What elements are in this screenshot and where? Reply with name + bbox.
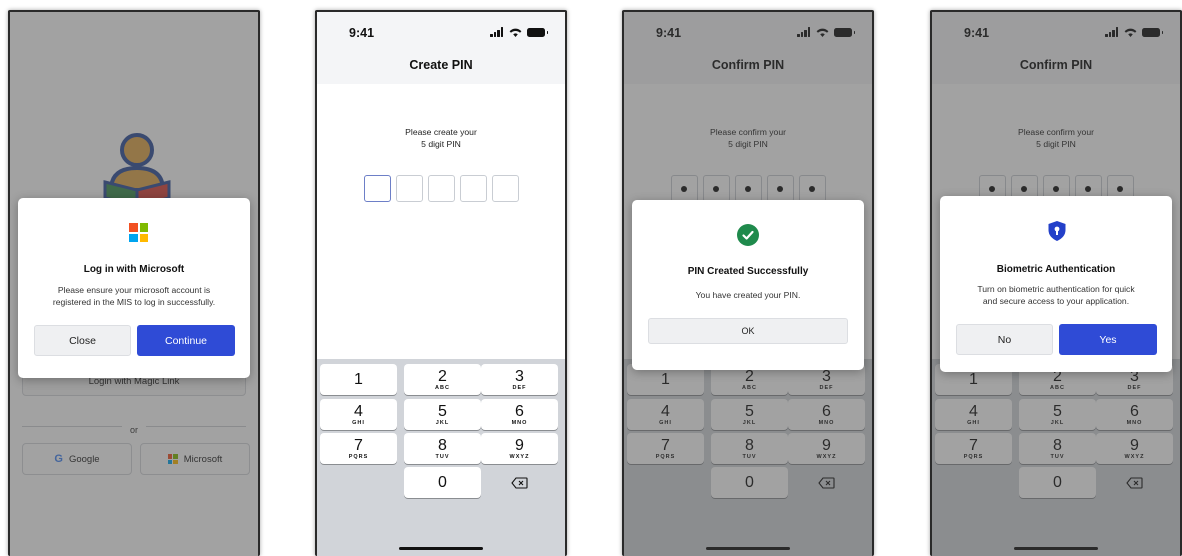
screen-confirm-pin-success: 9:41 Confirm PIN Please confirm your 5 d… <box>622 10 874 556</box>
keypad-key-number: 7 <box>354 437 363 454</box>
continue-button[interactable]: Continue <box>137 325 235 356</box>
keypad-key-number: 8 <box>438 437 447 454</box>
biometric-dialog: Biometric Authentication Turn on biometr… <box>940 196 1172 372</box>
backspace-key[interactable] <box>481 467 558 498</box>
pin-success-dialog: PIN Created Successfully You have create… <box>632 200 864 370</box>
yes-button[interactable]: Yes <box>1059 324 1157 355</box>
keypad-key-0[interactable]: 0 <box>404 467 481 498</box>
screen-confirm-pin-biometric: 9:41 Confirm PIN Please confirm your 5 d… <box>930 10 1182 556</box>
microsoft-login-dialog: Log in with Microsoft Please ensure your… <box>18 198 250 378</box>
keypad-key-letters: TUV <box>435 454 450 460</box>
keypad-key-9[interactable]: 9WXYZ <box>481 433 558 464</box>
pin-digit-box[interactable] <box>491 175 519 202</box>
status-bar: 9:41 <box>317 12 565 52</box>
keypad-key-letters: GHI <box>352 420 365 426</box>
pin-prompt-line1: Please create your <box>405 127 477 137</box>
dialog-body: Please ensure your microsoft account is … <box>18 284 250 308</box>
ok-button[interactable]: OK <box>648 318 848 344</box>
dialog-body-line2: and secure access to your application. <box>982 296 1130 306</box>
backspace-icon <box>511 476 528 489</box>
pin-digit-box[interactable] <box>395 175 423 202</box>
wifi-icon <box>509 28 522 37</box>
keypad-key-letters: WXYZ <box>509 454 530 460</box>
pin-prompt: Please create your 5 digit PIN <box>317 126 565 150</box>
keypad-key-6[interactable]: 6MNO <box>481 399 558 430</box>
pin-prompt-line2: 5 digit PIN <box>421 139 461 149</box>
keypad-key-number: 4 <box>354 403 363 420</box>
dialog-title: PIN Created Successfully <box>687 266 809 277</box>
microsoft-logo-icon <box>129 223 148 242</box>
keypad-key-2[interactable]: 2ABC <box>404 364 481 395</box>
dialog-body-line1: Please ensure your microsoft account is <box>57 285 211 295</box>
keypad-key-number: 2 <box>438 368 447 385</box>
close-button[interactable]: Close <box>34 325 131 356</box>
keypad-key-letters: MNO <box>511 420 528 426</box>
dialog-title: Biometric Authentication <box>996 264 1116 275</box>
keypad-key-letters: ABC <box>435 385 450 391</box>
no-button[interactable]: No <box>956 324 1053 355</box>
screen-create-pin: 9:41 Create PIN Please create your 5 dig… <box>315 10 567 556</box>
pin-digit-box[interactable] <box>459 175 487 202</box>
home-indicator <box>399 546 483 550</box>
keypad-key-number: 6 <box>515 403 524 420</box>
dialog-title: Log in with Microsoft <box>83 264 185 275</box>
keypad-key-3[interactable]: 3DEF <box>481 364 558 395</box>
check-circle-icon <box>737 224 759 246</box>
dialog-body: You have created your PIN. <box>695 290 801 300</box>
keypad-key-number: 1 <box>354 371 363 388</box>
dialog-body-line1: Turn on biometric authentication for qui… <box>977 284 1135 294</box>
cellular-signal-icon <box>490 27 504 37</box>
keypad-key-7[interactable]: 7PQRS <box>320 433 397 464</box>
keypad-key-5[interactable]: 5JKL <box>404 399 481 430</box>
numeric-keypad: 12ABC3DEF4GHI5JKL6MNO7PQRS8TUV9WXYZ0 <box>317 359 565 556</box>
keypad-key-letters: DEF <box>512 385 527 391</box>
pin-input-row[interactable] <box>317 175 565 202</box>
keypad-key-number: 5 <box>438 403 447 420</box>
dialog-body: Turn on biometric authentication for qui… <box>940 283 1172 307</box>
keypad-key-letters: JKL <box>435 420 450 426</box>
keypad-key-1[interactable]: 1 <box>320 364 397 395</box>
dialog-body-line2: registered in the MIS to log in successf… <box>52 297 216 307</box>
screen-login: Login with Magic Link or G Google Micros… <box>8 10 260 556</box>
pin-digit-box[interactable] <box>363 175 391 202</box>
shield-key-icon <box>1048 221 1066 241</box>
battery-icon <box>527 28 548 37</box>
page-title: Create PIN <box>409 58 473 72</box>
pin-digit-box[interactable] <box>427 175 455 202</box>
keypad-key-4[interactable]: 4GHI <box>320 399 397 430</box>
keypad-key-8[interactable]: 8TUV <box>404 433 481 464</box>
keypad-key-number: 3 <box>515 368 524 385</box>
keypad-key-number: 0 <box>438 474 447 491</box>
keypad-key-letters: PQRS <box>348 454 369 460</box>
status-time: 9:41 <box>349 26 375 40</box>
keypad-key-number: 9 <box>515 437 524 454</box>
